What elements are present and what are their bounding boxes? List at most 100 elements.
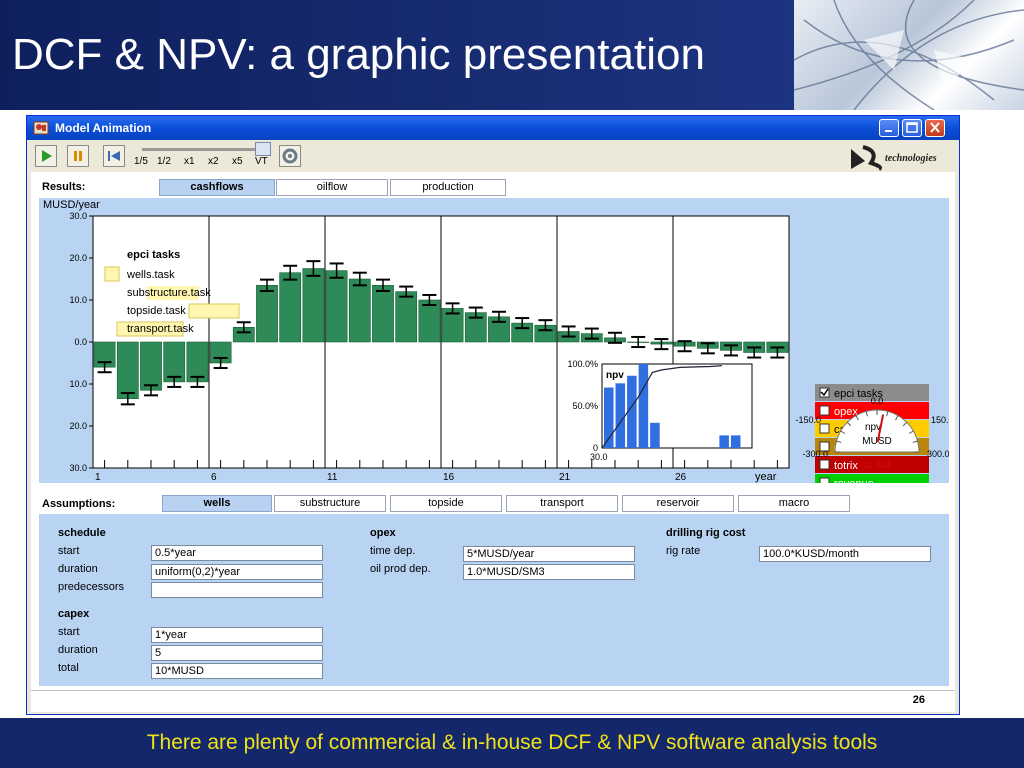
speed-slider-handle[interactable] xyxy=(255,142,271,156)
opex-time-dep-field[interactable] xyxy=(463,546,635,562)
speed-label: x5 xyxy=(232,156,243,167)
play-icon xyxy=(42,150,52,162)
window-content: Results: cashflows oilflow production MU… xyxy=(31,172,955,712)
tab-reservoir[interactable]: reservoir xyxy=(622,495,734,512)
cashflow-bar xyxy=(116,341,139,400)
npv-histogram-bar xyxy=(615,383,626,448)
gauge-tick-label: 0.0 xyxy=(871,396,884,406)
y-tick-label: 20.0 xyxy=(69,253,87,263)
schedule-duration-field[interactable] xyxy=(151,564,323,580)
wells-task-marker xyxy=(104,266,120,282)
slide-title: DCF & NPV: a graphic presentation xyxy=(12,30,705,79)
cashflow-bar xyxy=(348,278,371,343)
predecessors-field[interactable] xyxy=(151,582,323,598)
rig-rate-label: rig rate xyxy=(666,545,701,557)
y-tick-label: 10.0 xyxy=(69,295,87,305)
legend-checkbox xyxy=(819,459,830,470)
speed-label: VT xyxy=(255,156,268,167)
tab-topside[interactable]: topside xyxy=(390,495,502,512)
window-titlebar[interactable]: Model Animation xyxy=(27,116,959,140)
x-axis-title: year xyxy=(755,471,777,483)
x-tick-label: 1 xyxy=(95,472,101,483)
opex-time-dep-label: time dep. xyxy=(370,545,416,557)
decorative-globe-image xyxy=(794,0,1024,110)
schedule-start-label: start xyxy=(58,545,80,557)
gauge-tick-label: -150.0 xyxy=(795,415,821,425)
opex-oil-prod-dep-field[interactable] xyxy=(463,564,635,580)
results-label: Results: xyxy=(42,181,86,193)
company-logo-icon xyxy=(851,145,882,171)
capex-heading: capex xyxy=(58,608,90,620)
capex-start-field[interactable] xyxy=(151,627,323,643)
x-tick-label: 11 xyxy=(327,472,338,483)
task-label: transport.task xyxy=(127,323,194,335)
capex-total-label: total xyxy=(58,662,79,674)
assumptions-label: Assumptions: xyxy=(42,498,116,510)
tab-wells[interactable]: wells xyxy=(162,495,272,512)
tab-transport[interactable]: transport xyxy=(506,495,618,512)
speed-label: x2 xyxy=(208,156,219,167)
npv-histogram-bar xyxy=(650,422,660,448)
tab-substructure[interactable]: substructure xyxy=(274,495,386,512)
pause-icon xyxy=(74,151,82,161)
cashflow-chart-area: MUSD/year 30.0 20.0 10.0 0.0 10.0 20.0 30.0 1 6 1… xyxy=(39,198,949,483)
animation-toolbar: 1/5 1/2 x1 x2 x5 VT technologies xyxy=(27,140,959,172)
minimize-button[interactable] xyxy=(879,119,899,137)
epci-tasks-heading: epci tasks xyxy=(127,249,180,261)
settings-button[interactable] xyxy=(279,145,301,167)
task-label: substructure.task xyxy=(127,287,211,299)
cashflow-bar xyxy=(256,285,278,343)
npv-histogram-bar xyxy=(730,435,741,448)
schedule-start-field[interactable] xyxy=(151,545,323,561)
y-tick-label: 10.0 xyxy=(69,379,87,389)
cashflow-bar xyxy=(372,285,394,343)
topside-task-marker xyxy=(188,303,240,319)
settings-icon xyxy=(282,148,298,164)
legend-label: totrix xyxy=(834,460,858,472)
slide-header: DCF & NPV: a graphic presentation xyxy=(0,0,1024,110)
rig-rate-field[interactable] xyxy=(759,546,931,562)
gauge-tick-label: 300.0 xyxy=(927,449,949,459)
legend-checkbox xyxy=(819,477,830,483)
opex-oil-prod-dep-label: oil prod dep. xyxy=(370,563,431,575)
legend-checkbox xyxy=(819,405,830,416)
npv-histogram-bar xyxy=(638,364,649,448)
maximize-button[interactable] xyxy=(902,119,922,137)
rewind-button[interactable] xyxy=(103,145,125,167)
status-bar: 26 xyxy=(31,690,955,711)
x-tick-label: 26 xyxy=(675,472,687,483)
slide-footer: There are plenty of commercial & in-hous… xyxy=(0,718,1024,768)
close-button[interactable] xyxy=(925,119,945,137)
tab-macro[interactable]: macro xyxy=(738,495,850,512)
company-logo-text: technologies xyxy=(885,153,937,164)
capex-duration-label: duration xyxy=(58,644,98,656)
assumptions-form: schedule start duration predecessors cap… xyxy=(39,514,949,686)
gauge-tick-label: 150.0 xyxy=(931,415,949,425)
y-tick-label: 20.0 xyxy=(69,421,87,431)
model-animation-window: Model Animation 1/5 1/2 x1 x2 x5 VT tech… xyxy=(26,115,960,715)
speed-slider-track[interactable] xyxy=(142,148,266,151)
play-button[interactable] xyxy=(35,145,57,167)
schedule-heading: schedule xyxy=(58,527,106,539)
page-number: 26 xyxy=(912,694,925,706)
pause-button[interactable] xyxy=(67,145,89,167)
capex-duration-field[interactable] xyxy=(151,645,323,661)
rewind-icon xyxy=(108,151,120,161)
app-icon xyxy=(33,121,49,135)
legend-label: revenue xyxy=(834,478,874,483)
y-tick-label: 0.0 xyxy=(74,337,87,347)
minimize-icon xyxy=(885,130,892,132)
x-tick-label: 16 xyxy=(443,472,455,483)
tab-oilflow[interactable]: oilflow xyxy=(276,179,388,196)
cashflow-chart: 30.020.010.00.010.020.030.01 6 11 16 21 26 yea… xyxy=(69,211,949,483)
gauge-tick-label: -300.0 xyxy=(802,449,828,459)
inset-x-label: 30.0 xyxy=(590,452,608,462)
speed-label: 1/5 xyxy=(134,156,148,167)
x-tick-label: 21 xyxy=(559,472,571,483)
tab-cashflows[interactable]: cashflows xyxy=(159,179,275,196)
tab-production[interactable]: production xyxy=(390,179,506,196)
cashflow-bar xyxy=(325,270,348,343)
capex-total-field[interactable] xyxy=(151,663,323,679)
cashflow-bar xyxy=(302,268,325,343)
cashflow-bar xyxy=(395,291,418,343)
